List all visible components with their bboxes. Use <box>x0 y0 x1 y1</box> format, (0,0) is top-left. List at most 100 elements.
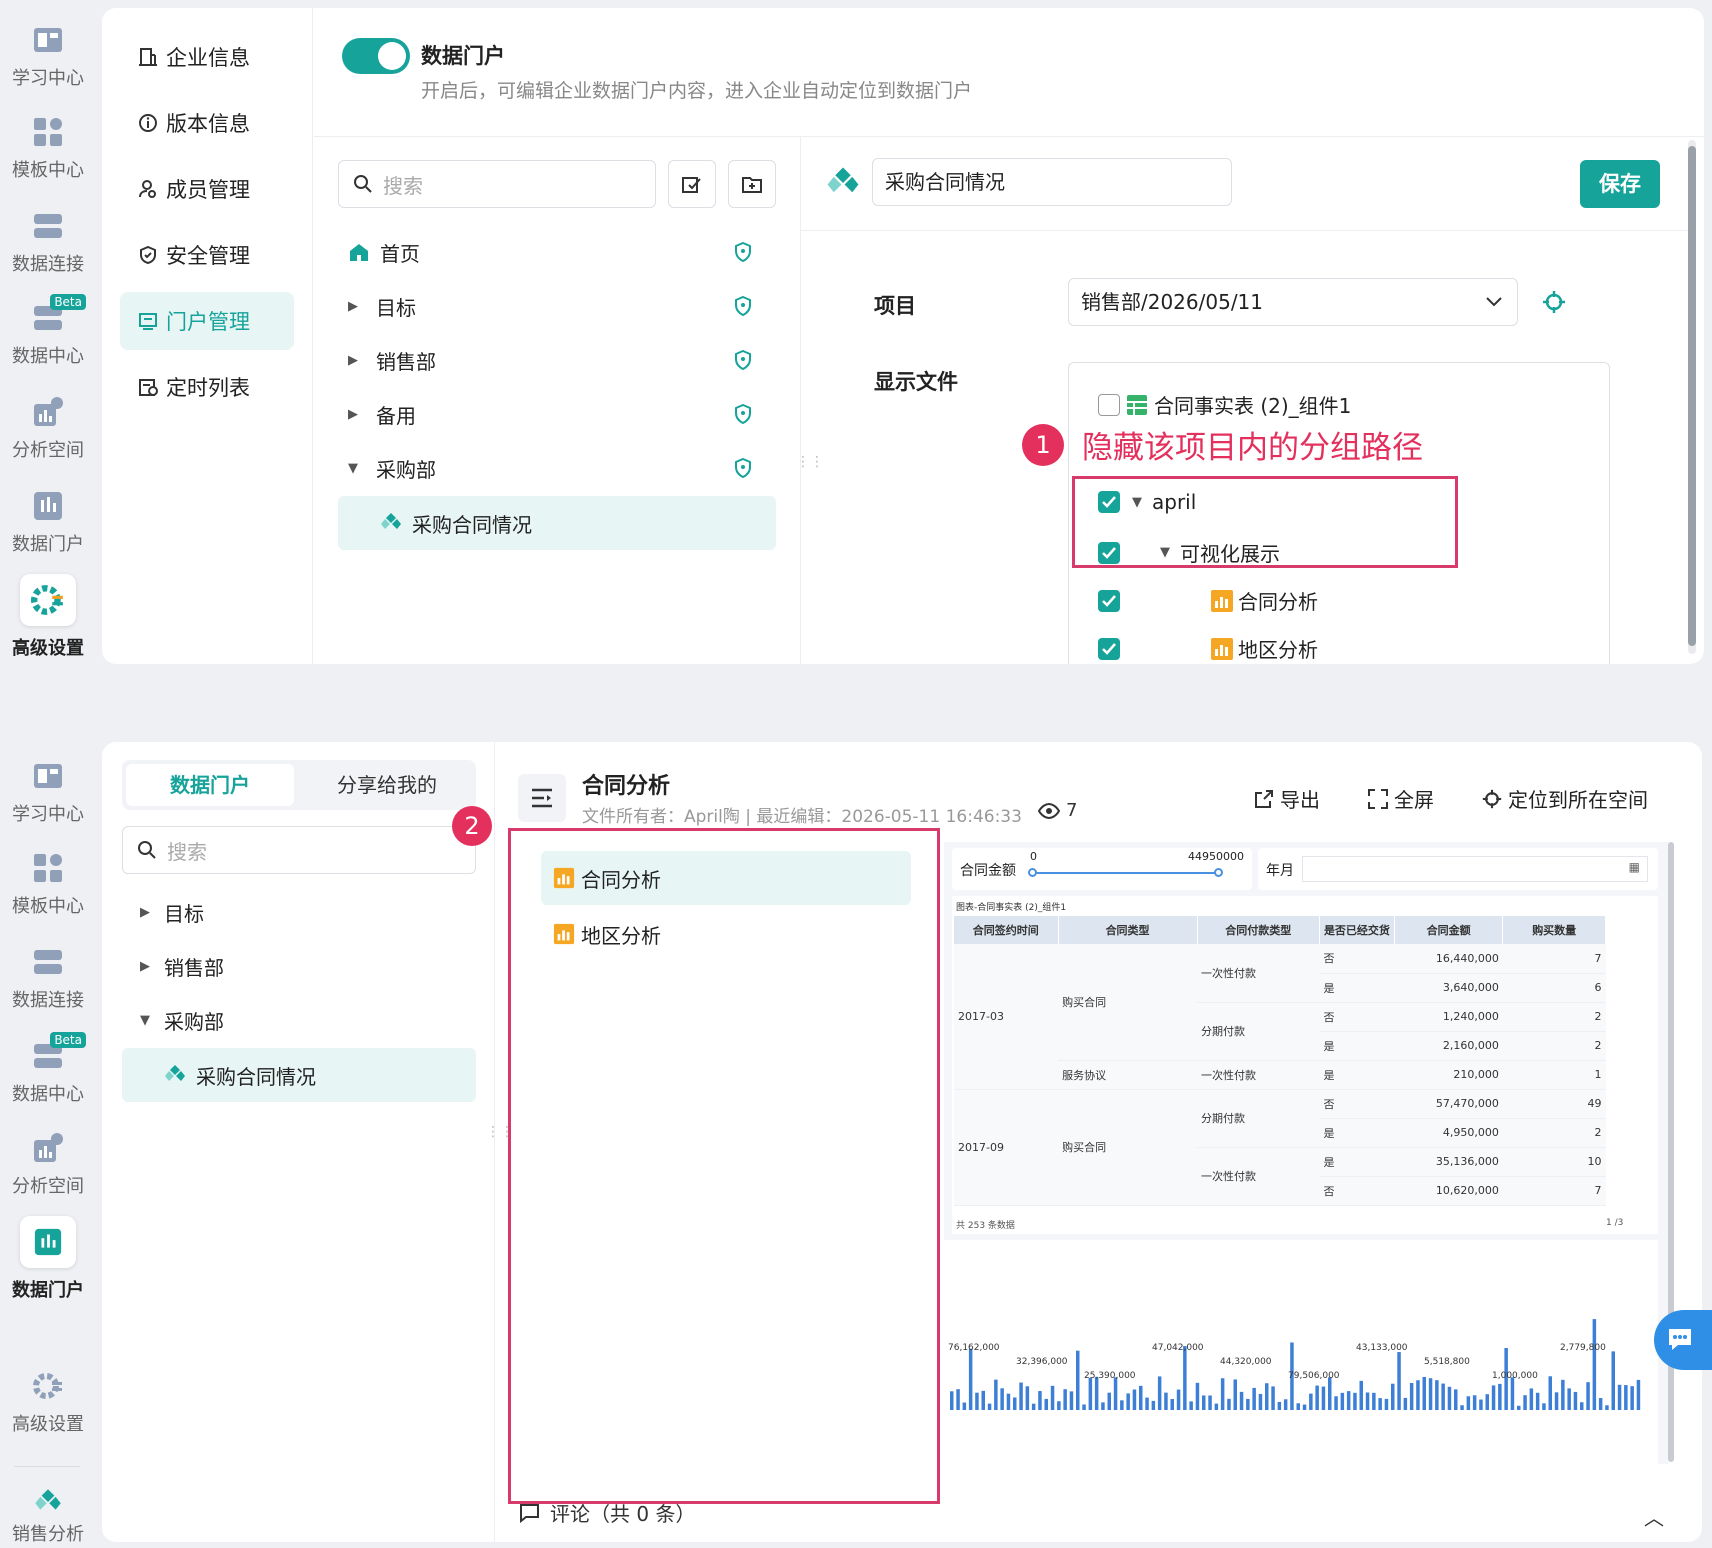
file-checkbox[interactable] <box>1098 491 1120 513</box>
tree-item-sales[interactable]: ▶ 销售部 <box>348 344 768 376</box>
collapse-comments-icon[interactable]: ︿ <box>1644 1502 1664 1531</box>
rail-advanced-settings[interactable]: 高级设置 <box>0 574 96 660</box>
rail-data-center[interactable]: Beta 数据中心 <box>0 294 96 368</box>
tree-item-backup[interactable]: ▶ 备用 <box>348 398 768 430</box>
file-label: april <box>1152 490 1197 514</box>
file-row-contract[interactable]: 合同分析 <box>1098 586 1318 615</box>
rail-study-center[interactable]: 学习中心 <box>0 24 96 90</box>
scrollbar-top[interactable] <box>1688 140 1696 654</box>
bar-mark <box>1126 1393 1130 1410</box>
tree-item-label: 采购部 <box>376 457 436 482</box>
file-checkbox[interactable] <box>1098 589 1120 612</box>
bar-mark <box>1586 1382 1590 1410</box>
rail-data-portal[interactable]: 数据门户 <box>0 1216 96 1302</box>
tree-item-home[interactable]: 首页 <box>348 236 768 268</box>
side-list-item-region[interactable]: 地区分析 <box>541 907 911 961</box>
rail-template-center[interactable]: 模板中心 <box>0 852 96 918</box>
menu-schedule[interactable]: 定时列表 <box>120 358 294 416</box>
table-pagination[interactable]: 1 /3 <box>1606 1218 1623 1228</box>
export-button[interactable]: 导出 <box>1254 784 1320 813</box>
menu-members[interactable]: 成员管理 <box>120 160 294 218</box>
file-checkbox[interactable] <box>1098 393 1120 416</box>
portal-tree-search[interactable]: 搜索 <box>338 160 656 208</box>
cell-delivered: 否 <box>1319 944 1395 974</box>
bar-mark <box>1246 1398 1250 1410</box>
view-tree-purchase-contract[interactable]: 采购合同情况 <box>122 1048 476 1102</box>
cell-amount: 1,240,000 <box>1394 1002 1503 1032</box>
chat-assistant-button[interactable] <box>1654 1310 1712 1370</box>
tab-data-portal[interactable]: 数据门户 <box>126 764 294 806</box>
rail-data-connect[interactable]: 数据连接 <box>0 946 96 1012</box>
cell-qty: 1 <box>1502 1060 1606 1090</box>
file-row-region[interactable]: 地区分析 <box>1098 634 1318 663</box>
rail-analysis-space[interactable]: 分析空间 <box>0 1132 96 1198</box>
add-folder-button[interactable] <box>728 160 776 208</box>
chart-report-icon <box>1211 589 1233 612</box>
permission-shield-icon[interactable] <box>734 404 752 424</box>
bar-mark <box>1523 1395 1527 1410</box>
save-button[interactable]: 保存 <box>1580 160 1660 208</box>
locate-target-icon[interactable] <box>1542 290 1566 314</box>
range-slider-min-handle[interactable] <box>1028 868 1037 877</box>
file-checkbox[interactable] <box>1098 637 1120 660</box>
rail-data-portal[interactable]: 数据门户 <box>0 490 96 556</box>
batch-edit-button[interactable] <box>668 160 716 208</box>
file-row-table[interactable]: 合同事实表 (2)_组件1 <box>1098 390 1351 419</box>
page-name-input[interactable]: 采购合同情况 <box>872 158 1232 206</box>
search-placeholder: 搜索 <box>167 839 207 864</box>
portal-icon <box>139 313 157 330</box>
view-tree-purchase[interactable]: ▼ 采购部 <box>140 1006 224 1035</box>
permission-shield-icon[interactable] <box>734 458 752 478</box>
rail-template-center[interactable]: 模板中心 <box>0 116 96 182</box>
locate-space-button[interactable]: 定位到所在空间 <box>1482 784 1648 813</box>
bar-chart: 76,162,000 32,396,000 25,390,000 47,042,000… <box>948 1319 1641 1410</box>
tree-item-purchase[interactable]: ▼ 采购部 <box>348 452 768 484</box>
resize-handle[interactable]: ⋮⋮ <box>796 455 824 469</box>
rail-label: 数据连接 <box>12 990 84 1011</box>
permission-shield-icon[interactable] <box>734 242 752 262</box>
menu-enterprise-info[interactable]: 企业信息 <box>120 28 294 86</box>
file-row-visual[interactable]: ▼ 可视化展示 <box>1098 538 1280 567</box>
cell-amount: 4,950,000 <box>1394 1118 1503 1148</box>
rail-study-center[interactable]: 学习中心 <box>0 760 96 826</box>
portal-toggle-switch[interactable] <box>342 38 410 74</box>
portal-tabs: 数据门户 分享给我的 <box>122 760 476 810</box>
rail-sales-analysis[interactable]: 销售分析 <box>0 1488 96 1546</box>
menu-security[interactable]: 安全管理 <box>120 226 294 284</box>
rail-label: 高级设置 <box>12 638 84 659</box>
menu-version-info[interactable]: 版本信息 <box>120 94 294 152</box>
permission-shield-icon[interactable] <box>734 296 752 316</box>
file-row-april[interactable]: ▼ april <box>1098 490 1196 514</box>
side-list-item-contract[interactable]: 合同分析 <box>541 851 911 905</box>
tree-item-label: 目标 <box>164 902 204 926</box>
rail-data-center[interactable]: Beta 数据中心 <box>0 1032 96 1106</box>
rail-advanced-settings[interactable]: 高级设置 <box>0 1370 96 1436</box>
toggle-side-list-button[interactable] <box>518 774 566 822</box>
range-slider-track[interactable] <box>1032 872 1218 874</box>
tree-item-target[interactable]: ▶ 目标 <box>348 290 768 322</box>
bar-mark <box>1479 1399 1483 1410</box>
tab-shared-with-me[interactable]: 分享给我的 <box>302 764 472 806</box>
scrollbar-bottom[interactable] <box>1668 842 1674 1462</box>
menu-portal-management[interactable]: 门户管理 <box>120 292 294 350</box>
amount-range-filter[interactable]: 合同金额 0 44950000 <box>952 848 1252 890</box>
bar-mark <box>1485 1394 1489 1410</box>
rail-analysis-space[interactable]: 分析空间 <box>0 396 96 462</box>
fullscreen-button[interactable]: 全屏 <box>1368 784 1434 813</box>
bar-mark <box>1391 1383 1395 1410</box>
bar-value-label: 43,133,000 <box>1356 1343 1408 1353</box>
rail-data-connect[interactable]: 数据连接 <box>0 210 96 276</box>
permission-shield-icon[interactable] <box>734 350 752 370</box>
portal-view-search[interactable]: 搜索 <box>122 826 476 874</box>
view-tree-target[interactable]: ▶ 目标 <box>140 898 204 927</box>
file-checkbox[interactable] <box>1098 541 1120 564</box>
project-select-value: 销售部/2026/05/11 <box>1081 290 1264 314</box>
study-icon <box>34 28 62 52</box>
range-slider-max-handle[interactable] <box>1214 868 1223 877</box>
project-select[interactable]: 销售部/2026/05/11 <box>1068 278 1518 326</box>
month-filter[interactable]: 年月 ▦ <box>1258 848 1658 890</box>
bar-mark <box>1145 1397 1149 1410</box>
tree-item-purchase-contract[interactable]: 采购合同情况 <box>338 496 776 550</box>
view-tree-sales[interactable]: ▶ 销售部 <box>140 952 224 981</box>
comment-bar[interactable]: 评论（共 0 条） <box>518 1498 695 1527</box>
